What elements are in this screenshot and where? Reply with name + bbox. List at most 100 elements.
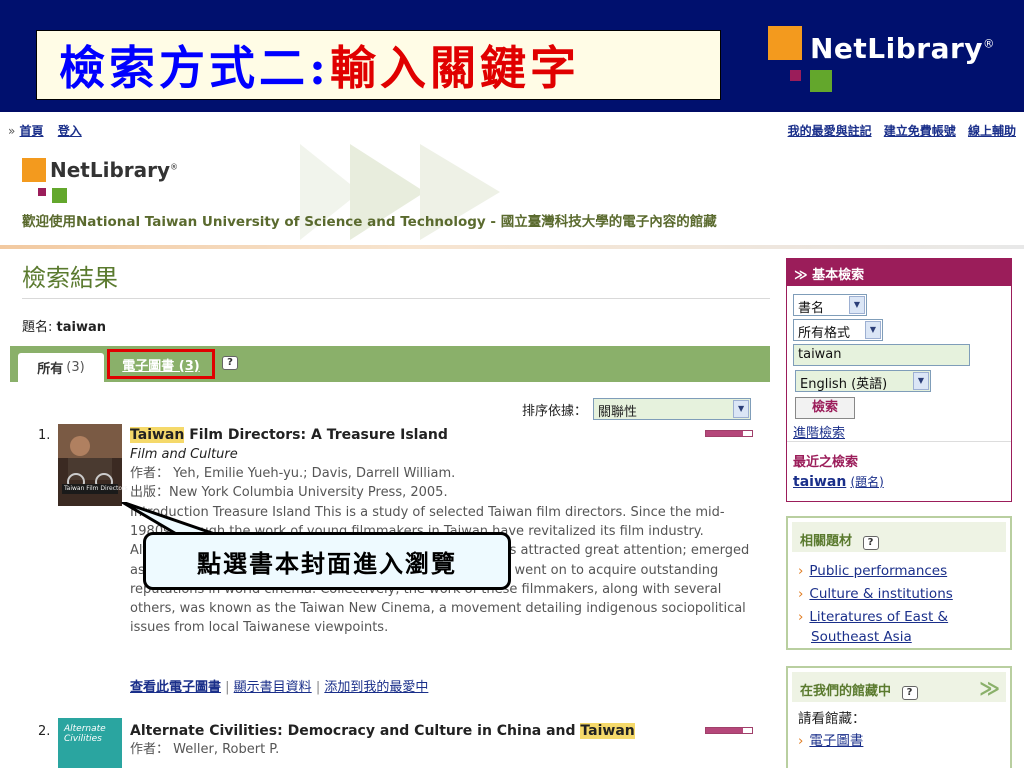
publisher-label: 出版： xyxy=(130,485,170,500)
nav-help-link[interactable]: 線上輔助 xyxy=(968,124,1016,138)
help-icon[interactable]: ? xyxy=(862,536,879,550)
related-topic-link[interactable]: Public performances xyxy=(809,563,947,579)
tab-ebooks[interactable]: 電子圖書 (3) xyxy=(107,349,215,379)
search-button[interactable]: 檢索 xyxy=(795,397,855,419)
related-topic-item[interactable]: › Public performances xyxy=(798,562,947,582)
recent-term: taiwan xyxy=(793,474,847,490)
slide-header: 檢索方式二: 輸入關鍵字 NetLibrary® xyxy=(0,0,1024,110)
double-chevron-icon: ≫ xyxy=(794,268,813,283)
result-number: 1. xyxy=(38,428,51,443)
result-title-link[interactable]: Taiwan Film Directors: A Treasure Island xyxy=(130,427,448,443)
tab-all-count: (3) xyxy=(66,360,85,375)
chevron-down-icon: ▼ xyxy=(865,321,881,339)
help-icon[interactable]: ? xyxy=(901,686,918,700)
result-actions: 查看此電子圖書 | 顯示書目資料 | 添加到我的最愛中 xyxy=(130,680,429,695)
relevance-bar xyxy=(705,727,753,734)
tab-all[interactable]: 所有 (3) xyxy=(18,353,104,382)
results-heading-rule xyxy=(22,298,770,299)
title-pre: Alternate Civilities: Democracy and Cult… xyxy=(130,723,581,739)
collection-header: 在我們的館藏中 ? ≫ xyxy=(792,672,1006,702)
result-meta: Film and Culture 作者： Yeh, Emilie Yueh-yu… xyxy=(130,445,455,502)
sort-label: 排序依據： xyxy=(522,403,588,419)
author-label: 作者： xyxy=(130,466,170,481)
book-cover-1[interactable]: Taiwan Film Directors xyxy=(58,424,128,506)
netlibrary-logo: NetLibrary® xyxy=(768,26,994,96)
top-right-nav: 我的最愛與註記 建立免費帳號 線上輔助 xyxy=(780,122,1016,139)
related-topic-link[interactable]: Southeast Asia xyxy=(811,629,912,645)
sort-select[interactable]: 關聯性 ▼ xyxy=(593,398,752,420)
welcome-text: 歡迎使用National Taiwan University of Scienc… xyxy=(22,214,717,230)
result-number: 2. xyxy=(38,724,51,739)
sort-control: 排序依據： 關聯性 ▼ xyxy=(522,398,752,420)
nav-home-link[interactable]: 首頁 xyxy=(20,124,44,138)
slide-title-part1: 檢索方式二: xyxy=(59,41,330,95)
nav-favorites-link[interactable]: 我的最愛與註記 xyxy=(788,124,872,138)
author-value: Yeh, Emilie Yueh-yu.; Davis, Darrell Wil… xyxy=(173,466,456,481)
author-label: 作者： xyxy=(130,742,170,757)
callout-text: 點選書本封面進入瀏覽 xyxy=(197,548,457,578)
result-meta: 作者： Weller, Robert P. xyxy=(130,740,279,759)
callout-box: 點選書本封面進入瀏覽 xyxy=(143,532,511,590)
collection-label: 請看館藏： xyxy=(798,711,866,727)
format-select[interactable]: 所有格式 ▼ xyxy=(793,319,883,341)
related-topics-box: 相關題材 ? › Public performances › Culture & i… xyxy=(786,516,1012,650)
chevron-down-icon: ▼ xyxy=(733,400,750,418)
bullet-icon: › xyxy=(798,563,804,579)
field-select[interactable]: 書名 ▼ xyxy=(793,294,867,316)
related-topic-link[interactable]: Culture & institutions xyxy=(809,586,952,602)
language-select-value: English (英語) xyxy=(800,377,888,392)
title-highlight: Taiwan xyxy=(580,723,635,739)
related-topics-title: 相關題材 xyxy=(800,534,853,549)
title-rest: Film Directors: A Treasure Island xyxy=(184,427,448,443)
search-input[interactable]: taiwan xyxy=(793,344,970,366)
related-topic-link[interactable]: Literatures of East & xyxy=(809,609,948,625)
cover-title-text: Alternate Civilities xyxy=(64,724,106,744)
results-heading: 檢索結果 xyxy=(22,264,118,292)
logo-text: NetLibrary xyxy=(810,32,984,65)
view-ebook-link[interactable]: 查看此電子圖書 xyxy=(130,680,221,695)
nav-create-account-link[interactable]: 建立免費帳號 xyxy=(884,124,956,138)
page-logo-text: NetLibrary xyxy=(50,158,171,182)
bullet-icon: › xyxy=(798,586,804,602)
slide-title-part2: 輸入關鍵字 xyxy=(329,41,580,95)
add-favorite-link[interactable]: 添加到我的最愛中 xyxy=(324,680,428,695)
collection-box: 在我們的館藏中 ? ≫ 請看館藏： › 電子圖書 xyxy=(786,666,1012,768)
chevron-down-icon: ▼ xyxy=(849,296,865,314)
relevance-bar xyxy=(705,430,753,437)
result-subtitle: Film and Culture xyxy=(130,447,238,462)
query-value: taiwan xyxy=(56,320,107,335)
slide-title: 檢索方式二: 輸入關鍵字 xyxy=(36,30,721,100)
results-tab-bar: 所有 (3) 電子圖書 (3) ? xyxy=(10,346,770,382)
related-topic-item[interactable]: › Culture & institutions xyxy=(798,585,953,605)
format-select-value: 所有格式 xyxy=(798,326,851,341)
double-chevron-icon[interactable]: ≫ xyxy=(979,676,1000,700)
related-topic-item[interactable]: › Literatures of East & Southeast Asia xyxy=(798,608,948,647)
recent-divider xyxy=(787,441,1011,442)
publisher-value: New York Columbia University Press, 2005… xyxy=(169,485,448,500)
nav-login-link[interactable]: 登入 xyxy=(58,124,82,138)
basic-search-header: ≫ 基本檢索 xyxy=(786,258,1012,286)
language-select[interactable]: English (英語) ▼ xyxy=(795,370,931,392)
advanced-search-link[interactable]: 進階檢索 xyxy=(793,422,845,441)
top-nav: » 首頁 登入 xyxy=(8,122,92,139)
result-title-link[interactable]: Alternate Civilities: Democracy and Cult… xyxy=(130,723,635,739)
search-input-value: taiwan xyxy=(798,347,842,362)
recent-field: (題名) xyxy=(850,475,884,489)
book-cover-image xyxy=(58,424,122,506)
query-summary: 題名: taiwan xyxy=(22,316,106,335)
page-netlibrary-logo[interactable]: NetLibrary® xyxy=(22,158,178,208)
bullet-icon: › xyxy=(798,733,804,749)
title-highlight: Taiwan xyxy=(130,427,185,443)
web-page: » 首頁 登入 我的最愛與註記 建立免費帳號 線上輔助 NetLibrary® … xyxy=(0,112,1024,768)
collection-ebook-link[interactable]: 電子圖書 xyxy=(809,733,863,749)
help-icon[interactable]: ? xyxy=(222,356,238,370)
collection-title: 在我們的館藏中 xyxy=(800,684,892,699)
recent-search-item[interactable]: taiwan (題名) xyxy=(793,473,884,490)
collection-item[interactable]: › 電子圖書 xyxy=(798,732,863,752)
nav-arrow-icon: » xyxy=(8,124,16,138)
bullet-icon: › xyxy=(798,609,804,625)
page-logo-reg: ® xyxy=(170,162,179,172)
recent-searches-title: 最近之檢索 xyxy=(793,455,859,470)
show-record-link[interactable]: 顯示書目資料 xyxy=(234,680,312,695)
book-cover-2[interactable]: Alternate Civilities xyxy=(58,718,122,768)
